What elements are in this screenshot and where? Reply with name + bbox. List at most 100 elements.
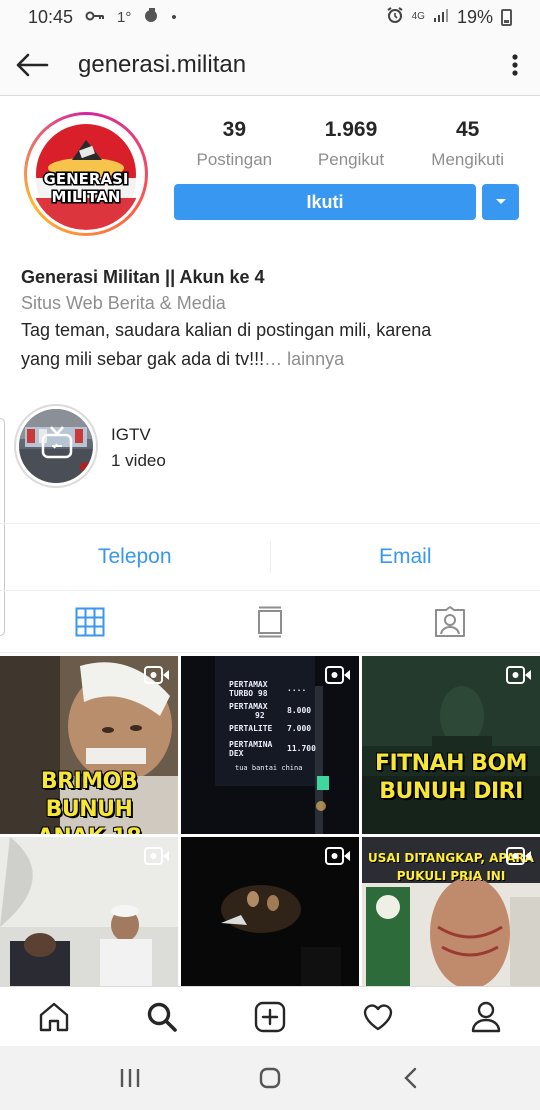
fuel-label: PERTALITE — [229, 724, 273, 733]
posts-grid: BRIMOB BUNUH ANAK 18 TAHUN PERTAMAX TURB… — [0, 656, 540, 986]
stat-followers[interactable]: 1.969 Pengikut — [293, 118, 410, 170]
post-caption-line: BRIMOB BUNUH — [40, 769, 138, 822]
profile-icon — [471, 1001, 501, 1032]
profile-bio: Generasi Militan || Akun ke 4 Situs Web … — [21, 265, 521, 374]
nav-new-post[interactable] — [216, 987, 324, 1046]
suggested-accounts-button[interactable] — [482, 184, 519, 220]
post-caption-3: FITNAH BOM BUNUH DIRI — [362, 750, 540, 806]
stat-following-value: 45 — [456, 118, 480, 141]
recent-apps-button[interactable] — [100, 1053, 160, 1103]
follow-button[interactable]: Ikuti — [174, 184, 476, 220]
igtv-video-count: 1 video — [111, 451, 166, 470]
fuel-price: 8.000 — [287, 706, 312, 715]
fuel-caption: tua bantai china — [235, 764, 303, 772]
system-back-button[interactable] — [380, 1053, 440, 1103]
post-thumbnail[interactable]: PERTAMAX TURBO 98 .... PERTAMAX 92 8.000… — [181, 656, 359, 834]
battery-percent: 19% — [456, 6, 493, 27]
post-thumbnail[interactable]: FITNAH BOM BUNUH DIRI — [362, 656, 540, 834]
fuel-label: 92 — [255, 711, 265, 720]
stat-following-label: Mengikuti — [431, 150, 505, 169]
avatar-text-generasi: GENERASI — [44, 170, 129, 188]
heart-icon — [363, 1003, 393, 1030]
tab-feed[interactable] — [180, 591, 360, 652]
nav-home[interactable] — [0, 987, 108, 1046]
avatar-logo: GENERASI MILITAN — [30, 118, 142, 230]
profile-stats: 39 Postingan 1.969 Pengikut 45 Mengikuti — [176, 118, 526, 170]
bio-text-line2-content: yang mili sebar gak ada di tv!!! — [21, 349, 265, 369]
igtv-title: IGTV — [111, 425, 151, 444]
video-icon — [144, 847, 169, 865]
stat-following[interactable]: 45 Mengikuti — [409, 118, 526, 170]
nav-search[interactable] — [108, 987, 216, 1046]
feed-icon — [258, 606, 282, 637]
avatar-text-militan: MILITAN — [52, 188, 121, 206]
nav-profile[interactable] — [432, 987, 540, 1046]
tab-tagged[interactable] — [360, 591, 540, 652]
post-caption-1: BRIMOB BUNUH ANAK 18 TAHUN — [0, 768, 178, 834]
profile-username: generasi.militan — [78, 50, 247, 78]
system-navigation-bar — [0, 1046, 540, 1110]
more-vertical-icon — [512, 53, 518, 76]
stat-followers-label: Pengikut — [317, 150, 385, 169]
video-icon — [506, 666, 531, 684]
stat-posts-value: 39 — [222, 118, 247, 141]
network-type: 4G — [411, 11, 425, 22]
nav-activity[interactable] — [324, 987, 432, 1046]
bottom-navigation — [0, 986, 540, 1046]
video-icon — [506, 847, 531, 865]
profile-tabs — [0, 591, 540, 653]
bio-more-link[interactable]: … lainnya — [264, 349, 344, 369]
bio-full-name: Generasi Militan || Akun ke 4 — [21, 267, 265, 287]
fuel-price: 7.000 — [287, 724, 312, 733]
post-caption-line: ANAK 18 TAHUN — [0, 824, 178, 834]
post-thumbnail[interactable]: USAI DITANGKAP, APARA PUKULI PRIA INI — [362, 837, 540, 986]
contact-buttons: Telepon Email — [0, 523, 540, 591]
post-thumbnail[interactable] — [181, 837, 359, 986]
video-icon — [325, 847, 350, 865]
recent-apps-icon — [120, 1069, 140, 1087]
home-icon — [39, 1002, 69, 1031]
video-icon — [325, 666, 350, 684]
signal-icon — [433, 7, 449, 27]
notification-app-icon — [143, 7, 159, 27]
grid-icon — [75, 607, 105, 636]
app-header: generasi.militan — [0, 34, 540, 96]
call-signal-icon: 1° — [117, 8, 132, 26]
tab-grid[interactable] — [0, 591, 180, 652]
post-thumbnail[interactable] — [0, 837, 178, 986]
bio-category: Situs Web Berita & Media — [21, 293, 226, 313]
stat-posts-label: Postingan — [196, 150, 273, 169]
more-options-button[interactable] — [490, 34, 540, 96]
video-icon — [144, 666, 169, 684]
battery-icon — [501, 8, 512, 26]
fuel-label: PERTAMINA — [229, 740, 273, 749]
bio-text-line1: Tag teman, saudara kalian di postingan m… — [21, 320, 432, 340]
igtv-thumbnail — [19, 409, 93, 483]
add-post-icon — [254, 1001, 286, 1032]
email-button[interactable]: Email — [271, 545, 540, 569]
fuel-label: PERTAMAX — [229, 680, 268, 689]
back-arrow-icon — [16, 53, 49, 76]
fuel-label: DEX — [229, 749, 244, 758]
post-caption-line: PUKULI PRIA INI — [396, 869, 506, 883]
profile-avatar[interactable]: GENERASI MILITAN — [24, 112, 148, 236]
home-button[interactable] — [240, 1053, 300, 1103]
tagged-person-icon — [435, 605, 465, 637]
search-icon — [147, 1002, 177, 1032]
status-bar: 10:45 1° • 4G 19% — [0, 0, 540, 34]
post-caption-line: BUNUH DIRI — [379, 779, 523, 804]
home-circle-icon — [259, 1067, 281, 1089]
post-caption-line: FITNAH BOM — [374, 751, 528, 776]
stat-posts[interactable]: 39 Postingan — [176, 118, 293, 170]
fuel-price: 11.700 — [287, 744, 316, 753]
status-time: 10:45 — [28, 6, 74, 27]
chevron-down-icon — [495, 199, 506, 204]
chevron-left-icon — [404, 1067, 417, 1089]
igtv-highlight[interactable] — [14, 404, 98, 488]
fuel-label: PERTAMAX — [229, 702, 268, 711]
post-thumbnail[interactable]: BRIMOB BUNUH ANAK 18 TAHUN — [0, 656, 178, 834]
bio-text-line2: yang mili sebar gak ada di tv!!!… lainny… — [21, 345, 521, 374]
call-button[interactable]: Telepon — [0, 545, 270, 569]
stat-followers-value: 1.969 — [324, 118, 378, 141]
back-button[interactable] — [0, 34, 64, 96]
